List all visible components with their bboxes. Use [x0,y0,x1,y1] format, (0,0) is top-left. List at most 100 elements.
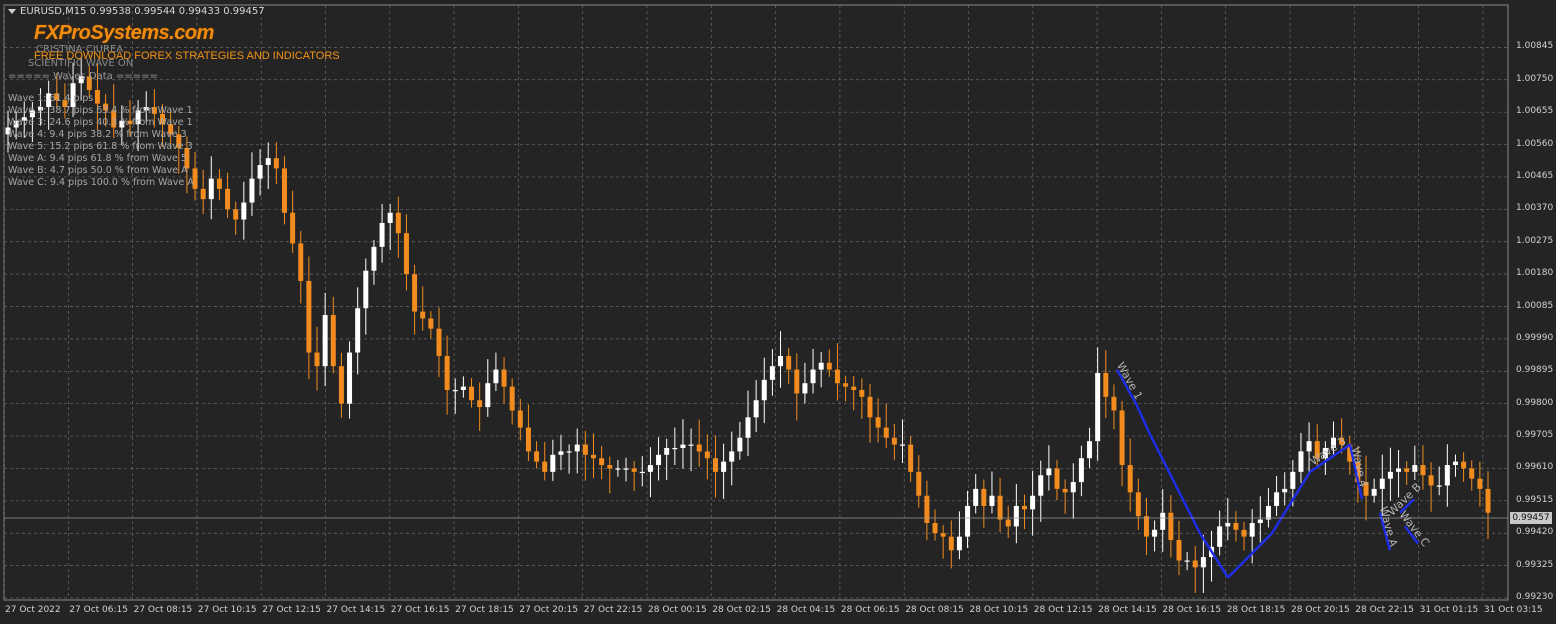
collapse-triangle-icon[interactable] [8,8,16,14]
bull-candle [1078,458,1084,483]
bear-candle [233,209,239,220]
bear-candle [330,315,336,367]
bear-candle [1135,492,1141,517]
bull-candle [680,444,686,448]
bear-candle [1233,522,1239,530]
bear-candle [1127,465,1133,493]
bull-candle [769,366,775,380]
bull-candle [1436,485,1442,487]
bear-candle [1119,410,1125,466]
bull-candle [1160,512,1166,530]
bear-candle [403,233,409,275]
bear-candle [477,400,483,408]
bull-candle [1306,441,1312,452]
bear-candle [1420,465,1426,476]
time-tick-label: 28 Oct 00:15 [648,605,707,615]
time-tick-label: 28 Oct 10:15 [969,605,1029,615]
bull-candle [1412,465,1418,472]
wave-stat-line: Wave 2: 38.7 pips 63.4 % from Wave 1 [8,105,193,116]
time-tick-label: 28 Oct 18:15 [1226,605,1286,615]
bear-candle [1054,468,1060,489]
brand-logo: FXProSystems.com [34,22,214,44]
symbol-text: EURUSD,M15 0.99538 0.99544 0.99433 0.994… [20,6,265,17]
time-tick-label: 27 Oct 10:15 [197,605,257,615]
bull-candle [1298,451,1304,472]
bull-candle [249,178,255,203]
price-tick-label: 1.00370 [1516,203,1554,214]
bull-candle [371,246,377,271]
bear-candle [786,355,792,370]
bull-candle [688,444,694,446]
bear-candle [314,352,320,367]
bull-candle [1225,522,1231,527]
bull-candle [1274,492,1280,506]
price-tick-label: 0.99610 [1516,462,1554,473]
bull-candle [664,447,670,455]
brand-tagline: FREE DOWNLOAD FOREX STRATEGIES AND INDIC… [34,50,340,62]
price-tick-label: 0.99895 [1516,365,1554,376]
bear-candle [794,369,800,394]
price-tick-label: 1.00750 [1516,73,1554,84]
price-tick-label: 0.99800 [1516,397,1554,408]
bull-candle [1184,560,1190,562]
wave-stat-line: Wave 3: 24.6 pips 40.3 % from Wave 1 [8,117,193,128]
bear-candle [908,444,914,472]
bear-candle [306,280,312,353]
bear-candle [534,451,540,462]
bear-candle [94,90,100,104]
bull-candle [973,488,979,506]
bull-candle [802,383,808,394]
price-chart[interactable]: Wave 1Wave 3 Wave 4Wave AWave CWave B [0,0,1556,624]
bull-candle [1070,482,1076,493]
bull-candle [1038,475,1044,496]
symbol-header[interactable]: EURUSD,M15 0.99538 0.99544 0.99433 0.994… [8,6,265,17]
price-tick-label: 1.00275 [1516,235,1554,246]
bull-candle [753,400,759,418]
time-tick-label: 28 Oct 08:15 [905,605,964,615]
bear-candle [1005,519,1011,527]
bull-candle [639,471,645,474]
bull-candle [387,212,393,223]
bull-candle [737,437,743,452]
bear-candle [631,468,637,472]
bear-candle [1021,505,1027,510]
bear-candle [1404,468,1410,472]
wave-stat-line: Wave 1: 61.4 pips [8,93,94,104]
bear-candle [1485,488,1491,513]
chart-window[interactable]: Wave 1 Wave 3 Wave 4 Wave A Wave C Wave B EUR… [0,0,1556,624]
bull-candle [900,444,906,446]
bull-candle [761,379,767,401]
bear-candle [281,168,287,213]
bear-candle [412,274,418,312]
time-tick-label: 28 Oct 12:15 [1033,605,1093,615]
bull-candle [485,383,491,408]
bull-candle [452,390,458,392]
bull-candle [810,369,816,384]
wave-stat-line: Wave C: 9.4 pips 100.0 % from Wave A [8,177,194,188]
bear-candle [1192,560,1198,568]
time-tick-label: 27 Oct 20:15 [519,605,579,615]
bull-candle [1152,529,1158,537]
bear-candle [338,366,344,404]
bear-candle [1168,512,1174,541]
time-tick-label: 28 Oct 16:15 [1162,605,1222,615]
bear-candle [916,471,922,496]
bull-candle [956,536,962,551]
bull-candle [1452,461,1458,466]
time-tick-label: 31 Oct 03:15 [1483,605,1543,615]
bull-candle [460,386,466,391]
bear-candle [607,465,613,469]
bull-candle [1257,519,1263,523]
bear-candle [932,522,938,534]
bull-candle [647,465,653,472]
bear-candle [1176,540,1182,561]
price-tick-label: 1.00180 [1516,268,1554,279]
bull-candle [347,352,353,404]
bear-candle [1062,488,1068,493]
bear-candle [1428,475,1434,486]
bull-candle [778,355,784,367]
bear-candle [216,178,222,189]
time-tick-label: 28 Oct 14:15 [1098,605,1157,615]
price-tick-label: 1.00465 [1516,170,1554,181]
bull-candle [363,270,369,309]
